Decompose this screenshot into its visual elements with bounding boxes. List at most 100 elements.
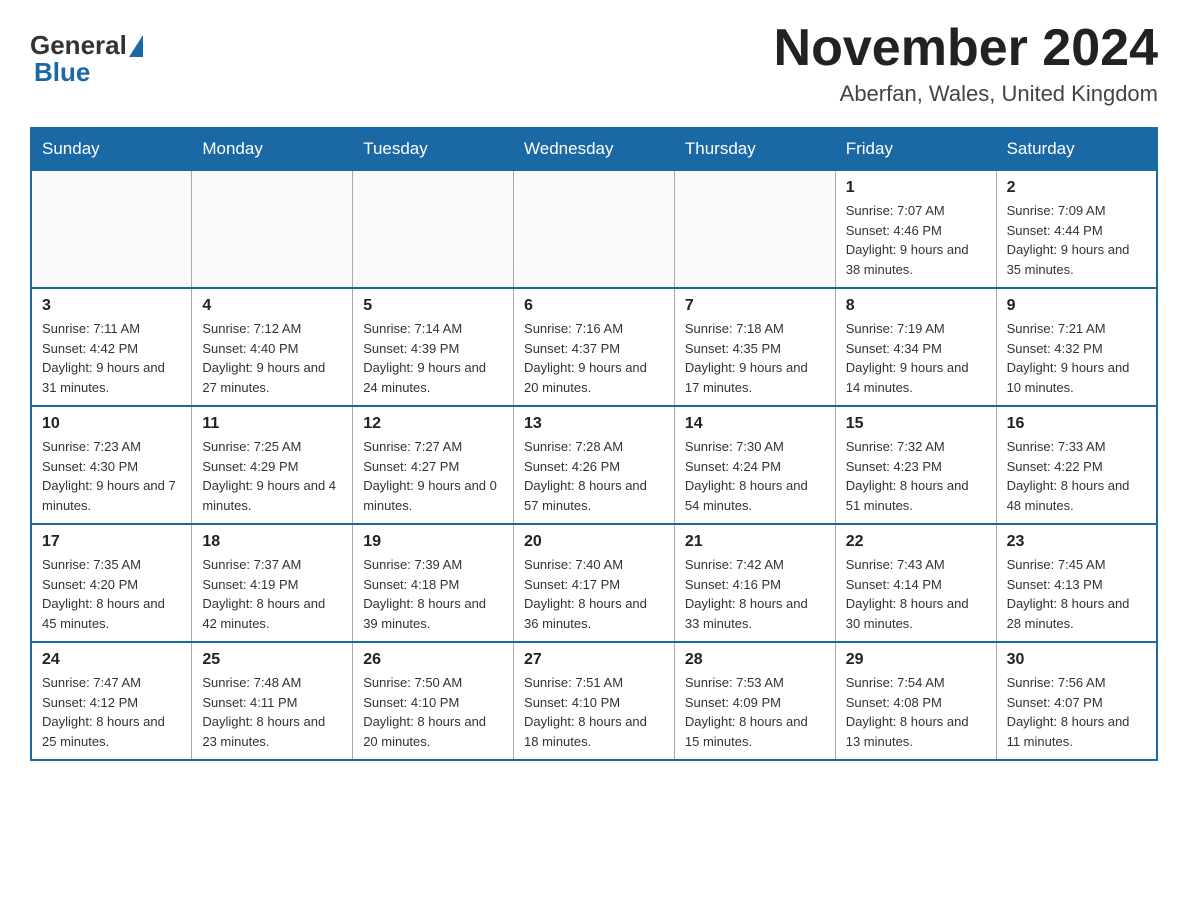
calendar-cell: 21Sunrise: 7:42 AM Sunset: 4:16 PM Dayli… [674,524,835,642]
day-info: Sunrise: 7:43 AM Sunset: 4:14 PM Dayligh… [846,555,986,633]
day-info: Sunrise: 7:14 AM Sunset: 4:39 PM Dayligh… [363,319,503,397]
calendar-cell: 7Sunrise: 7:18 AM Sunset: 4:35 PM Daylig… [674,288,835,406]
day-number: 22 [846,533,986,551]
day-number: 12 [363,415,503,433]
day-number: 25 [202,651,342,669]
calendar-cell: 24 Sunrise: 7:47 AM Sunset: 4:12 PM Dayli… [31,642,192,760]
day-info: Sunrise: 7:27 AM Sunset: 4:27 PM Dayligh… [363,437,503,515]
day-info: Sunrise: 7:30 AM Sunset: 4:24 PM Dayligh… [685,437,825,515]
day-number: 10 [42,415,181,433]
weekday-header-sunday: Sunday [31,128,192,170]
day-number: 1 [846,179,986,197]
day-number: 8 [846,297,986,315]
calendar-cell: 17 Sunrise: 7:35 AM Sunset: 4:20 PM Dayli… [31,524,192,642]
day-info: Sunrise: 7:23 AM Sunset: 4:30 PM Dayligh… [42,437,181,515]
calendar-week-row: 3 Sunrise: 7:11 AM Sunset: 4:42 PM Daylig… [31,288,1157,406]
calendar-table: SundayMondayTuesdayWednesdayThursdayFrid… [30,127,1158,761]
calendar-cell: 3 Sunrise: 7:11 AM Sunset: 4:42 PM Daylig… [31,288,192,406]
calendar-cell: 12 Sunrise: 7:27 AM Sunset: 4:27 PM Dayli… [353,406,514,524]
day-info: Sunrise: 7:35 AM Sunset: 4:20 PM Dayligh… [42,555,181,633]
day-number: 3 [42,297,181,315]
day-number: 17 [42,533,181,551]
day-number: 9 [1007,297,1146,315]
day-info: Sunrise: 7:32 AM Sunset: 4:23 PM Dayligh… [846,437,986,515]
logo: General Blue [30,20,145,88]
day-info: Sunrise: 7:16 AM Sunset: 4:37 PM Dayligh… [524,319,664,397]
logo-blue-part [127,35,145,57]
day-number: 15 [846,415,986,433]
day-number: 14 [685,415,825,433]
logo-blue-text: Blue [34,57,90,88]
calendar-cell: 16 Sunrise: 7:33 AM Sunset: 4:22 PM Dayli… [996,406,1157,524]
day-number: 23 [1007,533,1146,551]
calendar-week-row: 10 Sunrise: 7:23 AM Sunset: 4:30 PM Dayli… [31,406,1157,524]
day-info: Sunrise: 7:11 AM Sunset: 4:42 PM Dayligh… [42,319,181,397]
calendar-cell [353,170,514,288]
day-info: Sunrise: 7:07 AM Sunset: 4:46 PM Dayligh… [846,201,986,279]
day-info: Sunrise: 7:53 AM Sunset: 4:09 PM Dayligh… [685,673,825,751]
day-number: 24 [42,651,181,669]
weekday-header-friday: Friday [835,128,996,170]
day-number: 29 [846,651,986,669]
calendar-cell: 29 Sunrise: 7:54 AM Sunset: 4:08 PM Dayli… [835,642,996,760]
day-number: 11 [202,415,342,433]
day-number: 4 [202,297,342,315]
page-header: General Blue November 2024 Aberfan, Wale… [30,20,1158,107]
calendar-cell: 6 Sunrise: 7:16 AM Sunset: 4:37 PM Daylig… [514,288,675,406]
day-info: Sunrise: 7:33 AM Sunset: 4:22 PM Dayligh… [1007,437,1146,515]
day-info: Sunrise: 7:48 AM Sunset: 4:11 PM Dayligh… [202,673,342,751]
day-number: 21 [685,533,825,551]
calendar-cell: 19 Sunrise: 7:39 AM Sunset: 4:18 PM Dayli… [353,524,514,642]
day-number: 28 [685,651,825,669]
day-info: Sunrise: 7:39 AM Sunset: 4:18 PM Dayligh… [363,555,503,633]
calendar-cell: 25 Sunrise: 7:48 AM Sunset: 4:11 PM Dayli… [192,642,353,760]
calendar-cell: 10 Sunrise: 7:23 AM Sunset: 4:30 PM Dayli… [31,406,192,524]
day-info: Sunrise: 7:12 AM Sunset: 4:40 PM Dayligh… [202,319,342,397]
logo-triangle-icon [129,35,143,57]
day-info: Sunrise: 7:50 AM Sunset: 4:10 PM Dayligh… [363,673,503,751]
day-info: Sunrise: 7:28 AM Sunset: 4:26 PM Dayligh… [524,437,664,515]
day-info: Sunrise: 7:09 AM Sunset: 4:44 PM Dayligh… [1007,201,1146,279]
calendar-cell [514,170,675,288]
calendar-cell: 22 Sunrise: 7:43 AM Sunset: 4:14 PM Dayli… [835,524,996,642]
day-number: 30 [1007,651,1146,669]
day-info: Sunrise: 7:40 AM Sunset: 4:17 PM Dayligh… [524,555,664,633]
calendar-cell: 27Sunrise: 7:51 AM Sunset: 4:10 PM Dayli… [514,642,675,760]
calendar-week-row: 1 Sunrise: 7:07 AM Sunset: 4:46 PM Daylig… [31,170,1157,288]
calendar-cell: 5Sunrise: 7:14 AM Sunset: 4:39 PM Daylig… [353,288,514,406]
day-info: Sunrise: 7:47 AM Sunset: 4:12 PM Dayligh… [42,673,181,751]
title-section: November 2024 Aberfan, Wales, United Kin… [774,20,1158,107]
weekday-header-wednesday: Wednesday [514,128,675,170]
calendar-cell: 30 Sunrise: 7:56 AM Sunset: 4:07 PM Dayli… [996,642,1157,760]
day-number: 20 [524,533,664,551]
day-info: Sunrise: 7:54 AM Sunset: 4:08 PM Dayligh… [846,673,986,751]
calendar-week-row: 17 Sunrise: 7:35 AM Sunset: 4:20 PM Dayli… [31,524,1157,642]
day-number: 18 [202,533,342,551]
day-number: 26 [363,651,503,669]
location-subtitle: Aberfan, Wales, United Kingdom [774,81,1158,107]
day-info: Sunrise: 7:25 AM Sunset: 4:29 PM Dayligh… [202,437,342,515]
calendar-week-row: 24 Sunrise: 7:47 AM Sunset: 4:12 PM Dayli… [31,642,1157,760]
weekday-header-monday: Monday [192,128,353,170]
calendar-cell: 15 Sunrise: 7:32 AM Sunset: 4:23 PM Dayli… [835,406,996,524]
calendar-cell: 28 Sunrise: 7:53 AM Sunset: 4:09 PM Dayli… [674,642,835,760]
calendar-cell: 14 Sunrise: 7:30 AM Sunset: 4:24 PM Dayli… [674,406,835,524]
calendar-cell: 2 Sunrise: 7:09 AM Sunset: 4:44 PM Daylig… [996,170,1157,288]
day-info: Sunrise: 7:56 AM Sunset: 4:07 PM Dayligh… [1007,673,1146,751]
day-number: 7 [685,297,825,315]
day-number: 16 [1007,415,1146,433]
calendar-cell: 1 Sunrise: 7:07 AM Sunset: 4:46 PM Daylig… [835,170,996,288]
calendar-cell: 23Sunrise: 7:45 AM Sunset: 4:13 PM Dayli… [996,524,1157,642]
calendar-cell: 9Sunrise: 7:21 AM Sunset: 4:32 PM Daylig… [996,288,1157,406]
calendar-cell: 4 Sunrise: 7:12 AM Sunset: 4:40 PM Daylig… [192,288,353,406]
weekday-header-tuesday: Tuesday [353,128,514,170]
day-info: Sunrise: 7:51 AM Sunset: 4:10 PM Dayligh… [524,673,664,751]
weekday-header-saturday: Saturday [996,128,1157,170]
day-number: 2 [1007,179,1146,197]
calendar-cell [674,170,835,288]
day-number: 13 [524,415,664,433]
month-year-title: November 2024 [774,20,1158,77]
calendar-cell [192,170,353,288]
day-number: 19 [363,533,503,551]
day-number: 6 [524,297,664,315]
